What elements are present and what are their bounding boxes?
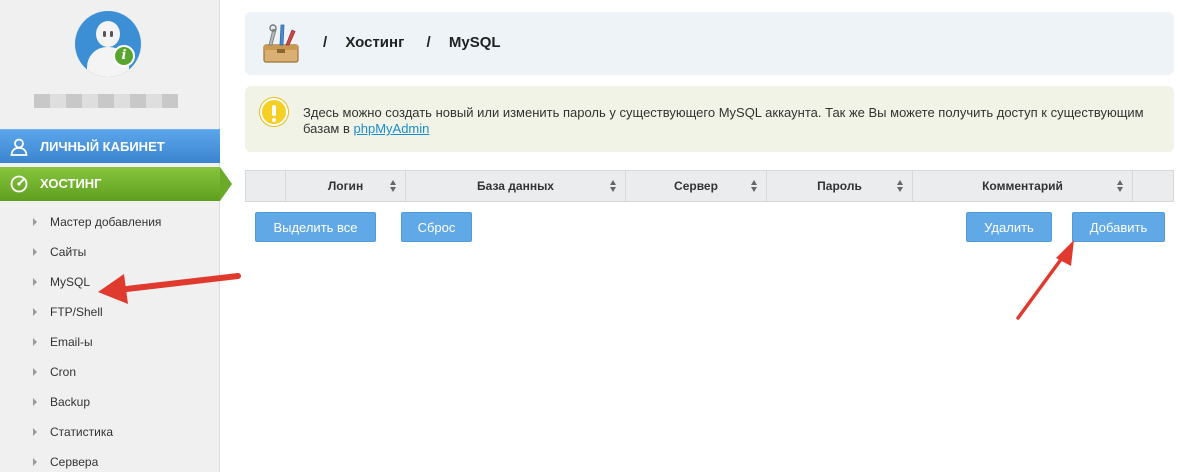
sort-icon: [610, 180, 617, 192]
menu-hosting[interactable]: ХОСТИНГ: [0, 167, 232, 201]
menu-personal-cabinet-label: ЛИЧНЫЙ КАБИНЕТ: [40, 139, 165, 154]
reset-button[interactable]: Сброс: [401, 212, 472, 242]
column-header-comment[interactable]: Комментарий: [913, 171, 1133, 201]
breadcrumb-item-hosting[interactable]: Хостинг: [345, 34, 404, 51]
column-header-label: Пароль: [817, 179, 862, 193]
info-icon: i: [113, 45, 135, 67]
column-header-label: Логин: [327, 179, 364, 193]
toolbox-icon: [263, 24, 299, 63]
mysql-accounts-table: Логин База данных Сервер Пароль Коммента…: [245, 170, 1174, 202]
sidebar-item-servers[interactable]: Сервера: [0, 447, 220, 472]
breadcrumb-separator: /: [426, 34, 431, 51]
warning-icon: [260, 98, 288, 126]
avatar-eye: [103, 31, 106, 37]
column-header-label: Комментарий: [982, 179, 1063, 193]
sort-icon: [390, 180, 397, 192]
breadcrumb-header: / Хостинг / MySQL: [245, 12, 1174, 75]
username-redacted: [34, 94, 178, 108]
sort-icon: [1117, 180, 1124, 192]
breadcrumb: / Хостинг / MySQL: [323, 34, 519, 51]
column-header-label: Сервер: [674, 179, 718, 193]
hosting-submenu: Мастер добавления Сайты MySQL FTP/Shell …: [0, 207, 220, 472]
page: i ЛИЧНЫЙ КАБИНЕТ ХОСТИНГ Мастер добавлен…: [0, 0, 1178, 472]
delete-button[interactable]: Удалить: [966, 212, 1052, 242]
arrow-to-add-button: [1016, 240, 1074, 320]
sidebar-item-mysql[interactable]: MySQL: [0, 267, 220, 297]
sidebar-item-ftp-shell[interactable]: FTP/Shell: [0, 297, 220, 327]
menu-hosting-label: ХОСТИНГ: [40, 176, 102, 191]
user-avatar[interactable]: i: [75, 11, 141, 77]
sidebar-item-cron[interactable]: Cron: [0, 357, 220, 387]
avatar-eye: [110, 31, 113, 37]
table-actions-column: [1133, 171, 1173, 201]
avatar-head: [96, 21, 120, 47]
sidebar-item-wizard[interactable]: Мастер добавления: [0, 207, 220, 237]
phpmyadmin-link[interactable]: phpMyAdmin: [354, 121, 430, 136]
sidebar-item-statistics[interactable]: Статистика: [0, 417, 220, 447]
sidebar-item-emails[interactable]: Email-ы: [0, 327, 220, 357]
column-header-database[interactable]: База данных: [406, 171, 626, 201]
speedometer-icon: [10, 175, 28, 193]
user-icon: [10, 138, 28, 156]
table-select-column[interactable]: [246, 171, 286, 201]
info-notice: Здесь можно создать новый или изменить п…: [245, 86, 1174, 152]
breadcrumb-item-mysql: MySQL: [448, 34, 501, 51]
sidebar: i ЛИЧНЫЙ КАБИНЕТ ХОСТИНГ Мастер добавлен…: [0, 0, 232, 472]
sidebar-item-backup[interactable]: Backup: [0, 387, 220, 417]
sidebar-item-sites[interactable]: Сайты: [0, 237, 220, 267]
column-header-label: База данных: [477, 179, 554, 193]
sort-icon: [897, 180, 904, 192]
notice-text: Здесь можно создать новый или изменить п…: [303, 105, 1163, 137]
add-button[interactable]: Добавить: [1072, 212, 1165, 242]
breadcrumb-separator: /: [323, 34, 328, 51]
column-header-login[interactable]: Логин: [286, 171, 406, 201]
select-all-button[interactable]: Выделить все: [255, 212, 376, 242]
menu-personal-cabinet[interactable]: ЛИЧНЫЙ КАБИНЕТ: [0, 129, 220, 163]
column-header-password[interactable]: Пароль: [767, 171, 913, 201]
column-header-server[interactable]: Сервер: [626, 171, 767, 201]
sort-icon: [751, 180, 758, 192]
